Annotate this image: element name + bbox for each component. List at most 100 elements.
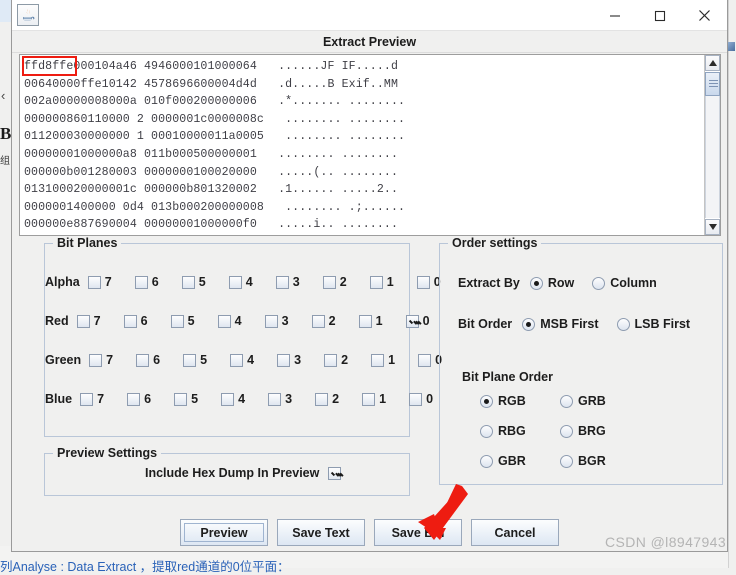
radio-bgr[interactable]: BGR [560, 454, 640, 468]
bitplane-red-1[interactable]: 1 [359, 314, 406, 328]
bitplane-blue-7[interactable]: 7 [80, 392, 127, 406]
bitplane-green-4[interactable]: 4 [230, 353, 277, 367]
checkbox-blue-2[interactable] [315, 393, 328, 406]
bitplane-alpha-2[interactable]: 2 [323, 275, 370, 289]
radio-indicator-rbg[interactable] [480, 425, 493, 438]
radio-indicator-grb[interactable] [560, 395, 573, 408]
bitplane-green-2[interactable]: 2 [324, 353, 371, 367]
radio-indicator-brg[interactable] [560, 425, 573, 438]
bitplane-alpha-3[interactable]: 3 [276, 275, 323, 289]
radio-indicator-row[interactable] [530, 277, 543, 290]
checkbox-green-3[interactable] [277, 354, 290, 367]
radio-indicator-rgb[interactable] [480, 395, 493, 408]
focus-ring [184, 523, 264, 542]
checkbox-green-7[interactable] [89, 354, 102, 367]
checkbox-red-5[interactable] [171, 315, 184, 328]
scroll-up-arrow-icon[interactable] [705, 55, 720, 71]
checkbox-blue-5[interactable] [174, 393, 187, 406]
checkbox-blue-3[interactable] [268, 393, 281, 406]
checkbox-red-3[interactable] [265, 315, 278, 328]
bitplane-green-3[interactable]: 3 [277, 353, 324, 367]
checkbox-green-0[interactable] [418, 354, 431, 367]
bitplane-green-5[interactable]: 5 [183, 353, 230, 367]
maximize-button[interactable] [637, 0, 682, 31]
checkbox-red-4[interactable] [218, 315, 231, 328]
bitplane-red-2[interactable]: 2 [312, 314, 359, 328]
radio-rgb[interactable]: RGB [480, 394, 560, 408]
window-titlebar[interactable] [12, 0, 727, 31]
bitplane-blue-4[interactable]: 4 [221, 392, 268, 406]
bitplane-green-7[interactable]: 7 [89, 353, 136, 367]
bitplane-red-5[interactable]: 5 [171, 314, 218, 328]
radio-rbg[interactable]: RBG [480, 424, 560, 438]
radio-brg[interactable]: BRG [560, 424, 640, 438]
checkbox-blue-4[interactable] [221, 393, 234, 406]
checkbox-alpha-6[interactable] [135, 276, 148, 289]
radio-extract-by-column[interactable]: Column [592, 276, 657, 290]
radio-indicator-column[interactable] [592, 277, 605, 290]
bitplane-alpha-1[interactable]: 1 [370, 275, 417, 289]
checkbox-green-4[interactable] [230, 354, 243, 367]
checkbox-blue-1[interactable] [362, 393, 375, 406]
bitplane-green-6[interactable]: 6 [136, 353, 183, 367]
bitplane-green-1[interactable]: 1 [371, 353, 418, 367]
radio-indicator-msb-first[interactable] [522, 318, 535, 331]
checkbox-red-7[interactable] [77, 315, 90, 328]
bitplane-red-7[interactable]: 7 [77, 314, 124, 328]
radio-indicator-lsb-first[interactable] [617, 318, 630, 331]
radio-lsb-first[interactable]: LSB First [617, 317, 691, 331]
checkbox-alpha-7[interactable] [88, 276, 101, 289]
bitplane-blue-3[interactable]: 3 [268, 392, 315, 406]
checkbox-green-6[interactable] [136, 354, 149, 367]
close-button[interactable] [682, 0, 727, 31]
bitplane-blue-5[interactable]: 5 [174, 392, 221, 406]
bitplane-alpha-5[interactable]: 5 [182, 275, 229, 289]
checkbox-red-1[interactable] [359, 315, 372, 328]
checkbox-red-0[interactable] [406, 315, 419, 328]
checkbox-green-2[interactable] [324, 354, 337, 367]
bitplane-red-3[interactable]: 3 [265, 314, 312, 328]
scrollbar-track[interactable] [705, 96, 720, 218]
scrollbar-thumb[interactable] [705, 72, 720, 96]
checkbox-alpha-4[interactable] [229, 276, 242, 289]
radio-gbr[interactable]: GBR [480, 454, 560, 468]
checkbox-red-2[interactable] [312, 315, 325, 328]
bitplane-alpha-7[interactable]: 7 [88, 275, 135, 289]
checkbox-include-hex-dump[interactable] [328, 467, 341, 480]
bitplane-alpha-4[interactable]: 4 [229, 275, 276, 289]
collapse-chevron-icon[interactable]: ‹ [1, 88, 5, 103]
bitplane-red-6[interactable]: 6 [124, 314, 171, 328]
radio-grb[interactable]: GRB [560, 394, 640, 408]
radio-extract-by-row[interactable]: Row [530, 276, 574, 290]
radio-indicator-gbr[interactable] [480, 455, 493, 468]
bitplane-blue-1[interactable]: 1 [362, 392, 409, 406]
cancel-button[interactable]: Cancel [471, 519, 559, 546]
checkbox-green-5[interactable] [183, 354, 196, 367]
radio-msb-first[interactable]: MSB First [522, 317, 598, 331]
checkbox-blue-0[interactable] [409, 393, 422, 406]
checkbox-alpha-5[interactable] [182, 276, 195, 289]
minimize-button[interactable] [592, 0, 637, 31]
bitplane-red-4[interactable]: 4 [218, 314, 265, 328]
checkbox-blue-6[interactable] [127, 393, 140, 406]
checkbox-red-6[interactable] [124, 315, 137, 328]
save-text-button[interactable]: Save Text [277, 519, 365, 546]
include-hex-dump-row[interactable]: Include Hex Dump In Preview [145, 466, 341, 480]
bitplane-blue-2[interactable]: 2 [315, 392, 362, 406]
preview-button[interactable]: Preview [180, 519, 268, 546]
bitplane-blue-6[interactable]: 6 [127, 392, 174, 406]
hex-dump-text-area[interactable]: ffd8ffe000104a46 4946000101000064 ......… [20, 55, 704, 235]
checkbox-green-1[interactable] [371, 354, 384, 367]
checkbox-blue-7[interactable] [80, 393, 93, 406]
save-bin-button[interactable]: Save Bin [374, 519, 462, 546]
scroll-down-arrow-icon[interactable] [705, 219, 720, 235]
radio-indicator-bgr[interactable] [560, 455, 573, 468]
hex-dump-scrollbar[interactable] [704, 55, 720, 235]
checkbox-alpha-1[interactable] [370, 276, 383, 289]
checkbox-alpha-3[interactable] [276, 276, 289, 289]
checkbox-alpha-0[interactable] [417, 276, 430, 289]
extract-preview-dialog: Extract Preview ffd8ffe000104a46 4946000… [11, 0, 728, 552]
bitplane-alpha-6[interactable]: 6 [135, 275, 182, 289]
bit-number: 5 [199, 275, 206, 289]
checkbox-alpha-2[interactable] [323, 276, 336, 289]
